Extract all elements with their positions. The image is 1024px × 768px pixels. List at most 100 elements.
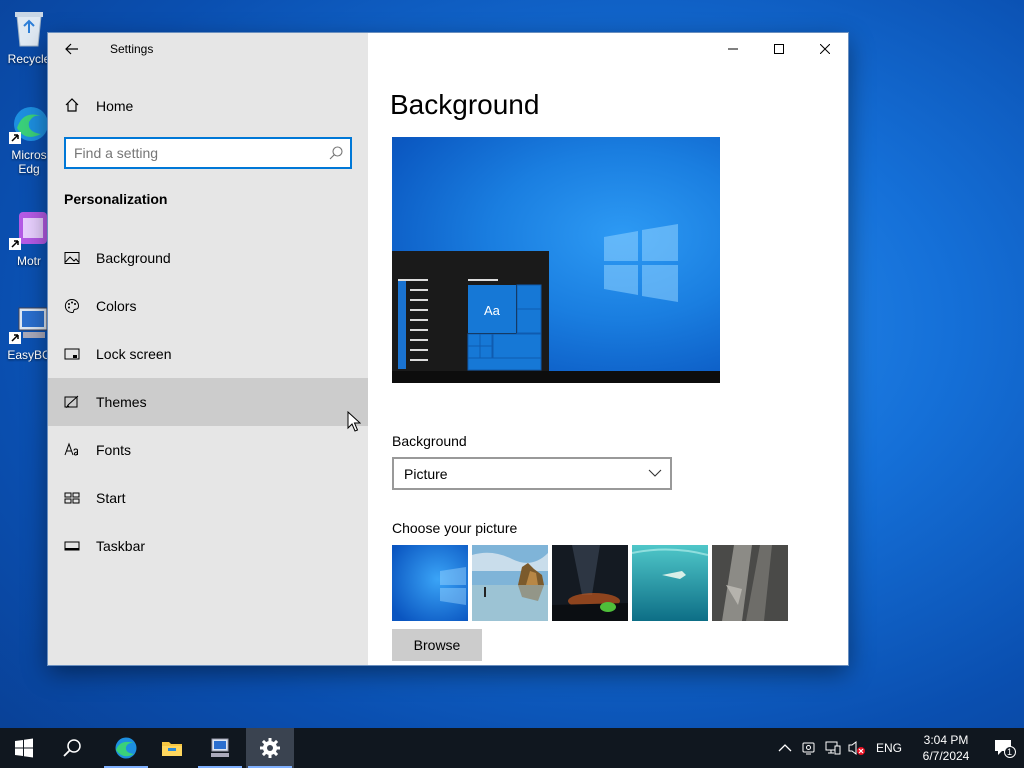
home-icon — [65, 98, 79, 112]
notification-icon — [995, 740, 1016, 758]
edge-icon — [9, 104, 49, 144]
input-language-button[interactable]: ENG — [872, 728, 906, 768]
start-menu-mockup — [398, 279, 542, 371]
system-tray: ENG 3:04 PM 6/7/2024 1 — [774, 728, 1024, 768]
app-icon — [9, 210, 49, 250]
windows-logo-icon — [604, 224, 678, 302]
action-center-button[interactable]: 1 — [986, 728, 1024, 768]
background-type-label: Background — [392, 433, 467, 449]
show-hidden-icons-button[interactable] — [774, 728, 796, 768]
mouse-cursor-icon — [347, 411, 361, 432]
sidebar-item-themes[interactable]: Themes — [48, 378, 368, 426]
back-arrow-icon — [65, 43, 78, 55]
lock-screen-icon — [64, 348, 80, 360]
rock-cliff-thumbnail — [712, 545, 788, 621]
sidebar-item-start[interactable]: Start — [48, 474, 368, 522]
background-type-dropdown[interactable]: Picture — [392, 457, 672, 490]
search-taskbar-button[interactable] — [48, 728, 96, 768]
search-icon — [63, 739, 81, 757]
settings-window: Settings Home Personalization Background… — [48, 33, 848, 665]
clock[interactable]: 3:04 PM 6/7/2024 — [910, 732, 982, 764]
sidebar-item-colors[interactable]: Colors — [48, 282, 368, 330]
beach-photo-thumbnail — [472, 545, 548, 621]
sidebar-item-label: Taskbar — [96, 538, 146, 554]
windows-wallpaper-thumbnail — [392, 545, 468, 621]
palette-icon — [64, 298, 80, 313]
themes-icon — [64, 395, 79, 409]
start-button[interactable] — [0, 728, 48, 768]
preview-tile-text: Aa — [484, 303, 500, 318]
network-icon — [825, 741, 841, 755]
recycle-bin-icon — [9, 8, 49, 48]
webcam-icon — [802, 742, 815, 755]
taskbar-edge[interactable] — [102, 728, 150, 768]
sidebar: Settings Home Personalization Background… — [48, 33, 368, 665]
underwater-thumbnail — [632, 545, 708, 621]
tray-app-button[interactable] — [798, 728, 820, 768]
search-input[interactable] — [74, 144, 324, 162]
sidebar-item-taskbar[interactable]: Taskbar — [48, 522, 368, 570]
clock-date: 6/7/2024 — [922, 749, 970, 763]
sidebar-item-fonts[interactable]: Fonts — [48, 426, 368, 474]
clock-time: 3:04 PM — [923, 733, 969, 747]
start-icon — [64, 492, 80, 504]
back-button[interactable] — [60, 39, 84, 59]
sidebar-item-label: Colors — [96, 298, 137, 314]
picture-thumbnail[interactable] — [712, 545, 788, 621]
search-box[interactable] — [64, 137, 352, 169]
taskbar-file-explorer[interactable] — [148, 728, 196, 768]
edge-icon — [115, 737, 137, 759]
page-title: Background — [390, 89, 540, 120]
background-preview: Aa — [392, 137, 720, 383]
maximize-icon — [774, 44, 784, 54]
search-icon — [329, 146, 343, 160]
sidebar-item-label: Start — [96, 490, 126, 506]
sidebar-item-label: Fonts — [96, 442, 132, 458]
taskbar-settings[interactable] — [246, 728, 294, 768]
window-title: Settings — [110, 42, 154, 56]
folder-icon — [162, 742, 182, 756]
sidebar-nav: Background Colors Lock screen Themes Fon… — [48, 234, 368, 570]
picture-thumbnail[interactable] — [392, 545, 468, 621]
picture-thumbnail[interactable] — [552, 545, 628, 621]
sidebar-item-lock-screen[interactable]: Lock screen — [48, 330, 368, 378]
taskbar-easybcd[interactable] — [196, 728, 244, 768]
easybcd-icon — [211, 738, 229, 757]
volume-button[interactable] — [846, 728, 868, 768]
night-sky-thumbnail — [552, 545, 628, 621]
home-nav-item[interactable]: Home — [48, 85, 368, 125]
preview-taskbar — [392, 371, 720, 383]
picture-thumbnail[interactable] — [632, 545, 708, 621]
taskbar-icon — [64, 541, 80, 551]
dropdown-value: Picture — [404, 466, 448, 482]
volume-muted-icon — [848, 741, 865, 755]
fonts-icon — [64, 442, 78, 456]
start-menu-preview: Aa — [392, 251, 549, 371]
sidebar-item-label: Lock screen — [96, 346, 172, 362]
language-indicator: ENG — [876, 741, 903, 755]
picture-thumbnail[interactable] — [472, 545, 548, 621]
taskbar: ENG 3:04 PM 6/7/2024 1 — [0, 728, 1024, 768]
window-controls — [710, 33, 848, 65]
home-label: Home — [96, 98, 134, 114]
sidebar-item-background[interactable]: Background — [48, 234, 368, 282]
close-icon — [820, 44, 830, 54]
maximize-button[interactable] — [756, 33, 802, 65]
notification-count: 1 — [1007, 747, 1013, 757]
chevron-up-icon — [778, 744, 792, 752]
chevron-down-icon — [648, 469, 662, 477]
minimize-button[interactable] — [710, 33, 756, 65]
section-title: Personalization — [64, 191, 168, 207]
windows-start-icon — [15, 738, 33, 758]
content-pane: Background Aa Background Picture Choose … — [368, 33, 848, 665]
browse-button[interactable]: Browse — [392, 629, 482, 661]
close-button[interactable] — [802, 33, 848, 65]
sidebar-item-label: Background — [96, 250, 171, 266]
minimize-icon — [728, 48, 738, 50]
title-bar[interactable]: Settings — [48, 33, 368, 65]
easybcd-icon — [9, 304, 49, 344]
network-button[interactable] — [822, 728, 844, 768]
picture-icon — [64, 252, 80, 264]
gear-icon — [260, 738, 280, 758]
sidebar-item-label: Themes — [96, 394, 147, 410]
